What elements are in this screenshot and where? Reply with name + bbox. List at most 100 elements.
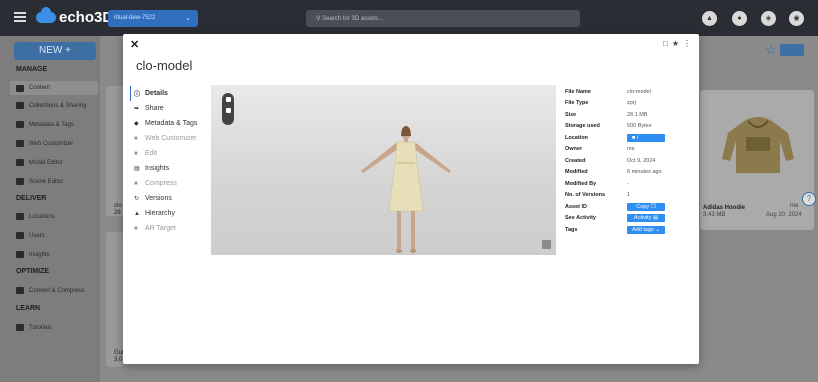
sidebar-item-scene-editor[interactable]: Scene Editor: [16, 178, 63, 185]
chart-icon: ▤: [652, 215, 659, 222]
star-icon[interactable]: ☆: [765, 42, 777, 58]
lock-icon: ■: [134, 135, 138, 142]
rocket-icon[interactable]: ▲: [702, 11, 717, 26]
chart-icon: ▤: [134, 166, 140, 172]
tab-versions[interactable]: ↻ Versions: [134, 191, 212, 206]
sidebar-item-locations[interactable]: Locations: [16, 213, 55, 220]
tab-metadata[interactable]: ◆ Metadata & Tags: [134, 116, 212, 131]
deliver-header: DELIVER: [16, 195, 47, 202]
pencil-icon: [16, 159, 24, 166]
location-icon: [16, 213, 24, 220]
hoodie-date: Aug 20, 2024: [766, 212, 802, 218]
sidebar-item-insights[interactable]: Insights: [16, 251, 50, 258]
prop-asset-id: Asset ID Copy ❐: [565, 201, 695, 213]
lock-icon: ■: [134, 180, 138, 187]
people-icon: [16, 324, 24, 331]
bell-icon[interactable]: ◈: [761, 11, 776, 26]
properties-panel: File Name clo-model File Type zprj Size 28.…: [565, 86, 695, 236]
tab-ar-target[interactable]: ■ AR Target: [134, 221, 212, 236]
api-key-label: ritual-dew-7522: [114, 15, 156, 21]
asset-card-title: clo: [114, 203, 122, 209]
shirt-icon[interactable]: [225, 108, 231, 113]
more-icon[interactable]: ⋮: [683, 39, 691, 48]
asset-card[interactable]: [106, 232, 124, 367]
hoodie-thumbnail: [722, 117, 794, 173]
sidebar-item-metadata[interactable]: Metadata & Tags: [16, 121, 74, 128]
prop-tags: Tags Add tags ⌄: [565, 224, 695, 236]
asset-card-size: 28: [114, 210, 121, 216]
file-icon: [16, 287, 24, 294]
hoodie-size: 3.43 MB: [703, 212, 726, 218]
asset-card-size: 3.0: [114, 357, 123, 363]
chevron-down-icon: ⌄: [655, 226, 660, 233]
tab-details[interactable]: ⓘ Details: [130, 86, 212, 101]
sidebar-item-model-editor[interactable]: Model Editor: [16, 159, 63, 166]
folder-icon: ■: [632, 134, 636, 141]
location-button[interactable]: ■ /: [627, 133, 665, 142]
api-key-selector[interactable]: ritual-dew-7522 ⌄: [108, 10, 198, 27]
search-input[interactable]: ⚲ Search for 3D assets...: [306, 10, 580, 27]
lock-icon: ■: [134, 225, 138, 232]
info-icon: ⓘ: [134, 92, 141, 98]
prop-modified: Modified 6 minutes ago: [565, 169, 662, 176]
star-icon[interactable]: ★: [672, 39, 679, 48]
fullscreen-icon[interactable]: [542, 240, 551, 249]
drop-icon[interactable]: ●: [732, 11, 747, 26]
model-viewer[interactable]: [211, 85, 556, 255]
sidebar-item-web-customizer[interactable]: Web Customizer: [16, 140, 73, 147]
search-icon: ⚲: [316, 16, 321, 22]
sidebar-item-users[interactable]: Users: [16, 232, 45, 239]
modal-title: clo-model: [136, 58, 193, 73]
tab-compress[interactable]: ■ Compress: [134, 176, 212, 191]
prop-size: Size 28.1 MB: [565, 111, 648, 118]
asset-card[interactable]: [106, 86, 124, 216]
glasses-icon: [16, 140, 24, 147]
prop-location: Location ■ /: [565, 132, 695, 144]
cloud-icon: [36, 7, 56, 23]
brand-name: echo3D: [59, 9, 114, 26]
tag-icon: [16, 121, 24, 128]
lock-icon: ■: [134, 150, 138, 157]
person-icon: [16, 232, 24, 239]
tab-edit[interactable]: ■ Edit: [134, 146, 212, 161]
prop-modified-by: Modified By -: [565, 180, 629, 187]
view-toggle[interactable]: [780, 44, 804, 56]
sidebar-item-tutorials[interactable]: Tutorials: [16, 324, 52, 331]
menu-icon[interactable]: [14, 12, 26, 22]
cube-icon: [16, 84, 24, 92]
manage-header: MANAGE: [16, 66, 48, 73]
top-bar: echo3D ritual-dew-7522 ⌄ ⚲ Search for 3D…: [0, 0, 818, 36]
prop-created: Created Oct 9, 2024: [565, 157, 656, 164]
tab-share[interactable]: ➥ Share: [134, 101, 212, 116]
brand-logo[interactable]: echo3D: [36, 7, 114, 26]
activity-button[interactable]: Activity ▤: [627, 214, 665, 223]
prop-versions: No. of Versions 1: [565, 192, 631, 199]
add-tags-button[interactable]: Add tags ⌄: [627, 225, 665, 234]
sidebar-item-collections[interactable]: Collections & Sharing: [16, 102, 86, 109]
close-icon[interactable]: ✕: [130, 38, 139, 51]
modal-actions: □ ★ ⋮: [663, 39, 691, 48]
tab-hierarchy[interactable]: ▲ Hierarchy: [134, 206, 212, 221]
user-icon[interactable]: ◉: [789, 11, 804, 26]
comment-icon[interactable]: □: [663, 39, 668, 48]
details-nav: ⓘ Details ➥ Share ◆ Metadata & Tags ■ Web Cu…: [130, 86, 212, 236]
sidebar-item-content[interactable]: Content: [10, 81, 98, 95]
prop-owner: Owner me: [565, 146, 635, 153]
new-button[interactable]: NEW +: [14, 42, 96, 60]
grid-icon: [16, 102, 24, 109]
learn-header: LEARN: [16, 305, 41, 312]
hoodie-owner: me: [790, 203, 799, 209]
sidebar-item-convert[interactable]: Convert & Compress: [16, 287, 85, 294]
copy-icon: ❐: [650, 203, 656, 210]
shapes-icon: [16, 178, 24, 185]
person-icon[interactable]: [225, 97, 231, 102]
copy-button[interactable]: Copy ❐: [627, 202, 665, 211]
prop-activity: See Activity Activity ▤: [565, 213, 695, 225]
sidebar: NEW + MANAGE Content Collections & Shari…: [0, 36, 100, 382]
prop-file-type: File Type zprj: [565, 100, 636, 107]
hierarchy-icon: ▲: [134, 210, 140, 217]
help-icon[interactable]: ?: [802, 192, 816, 206]
tab-insights[interactable]: ▤ Insights: [134, 161, 212, 176]
tab-web-customizer[interactable]: ■ Web Customizer: [134, 131, 212, 146]
viewer-controls: [222, 93, 234, 125]
